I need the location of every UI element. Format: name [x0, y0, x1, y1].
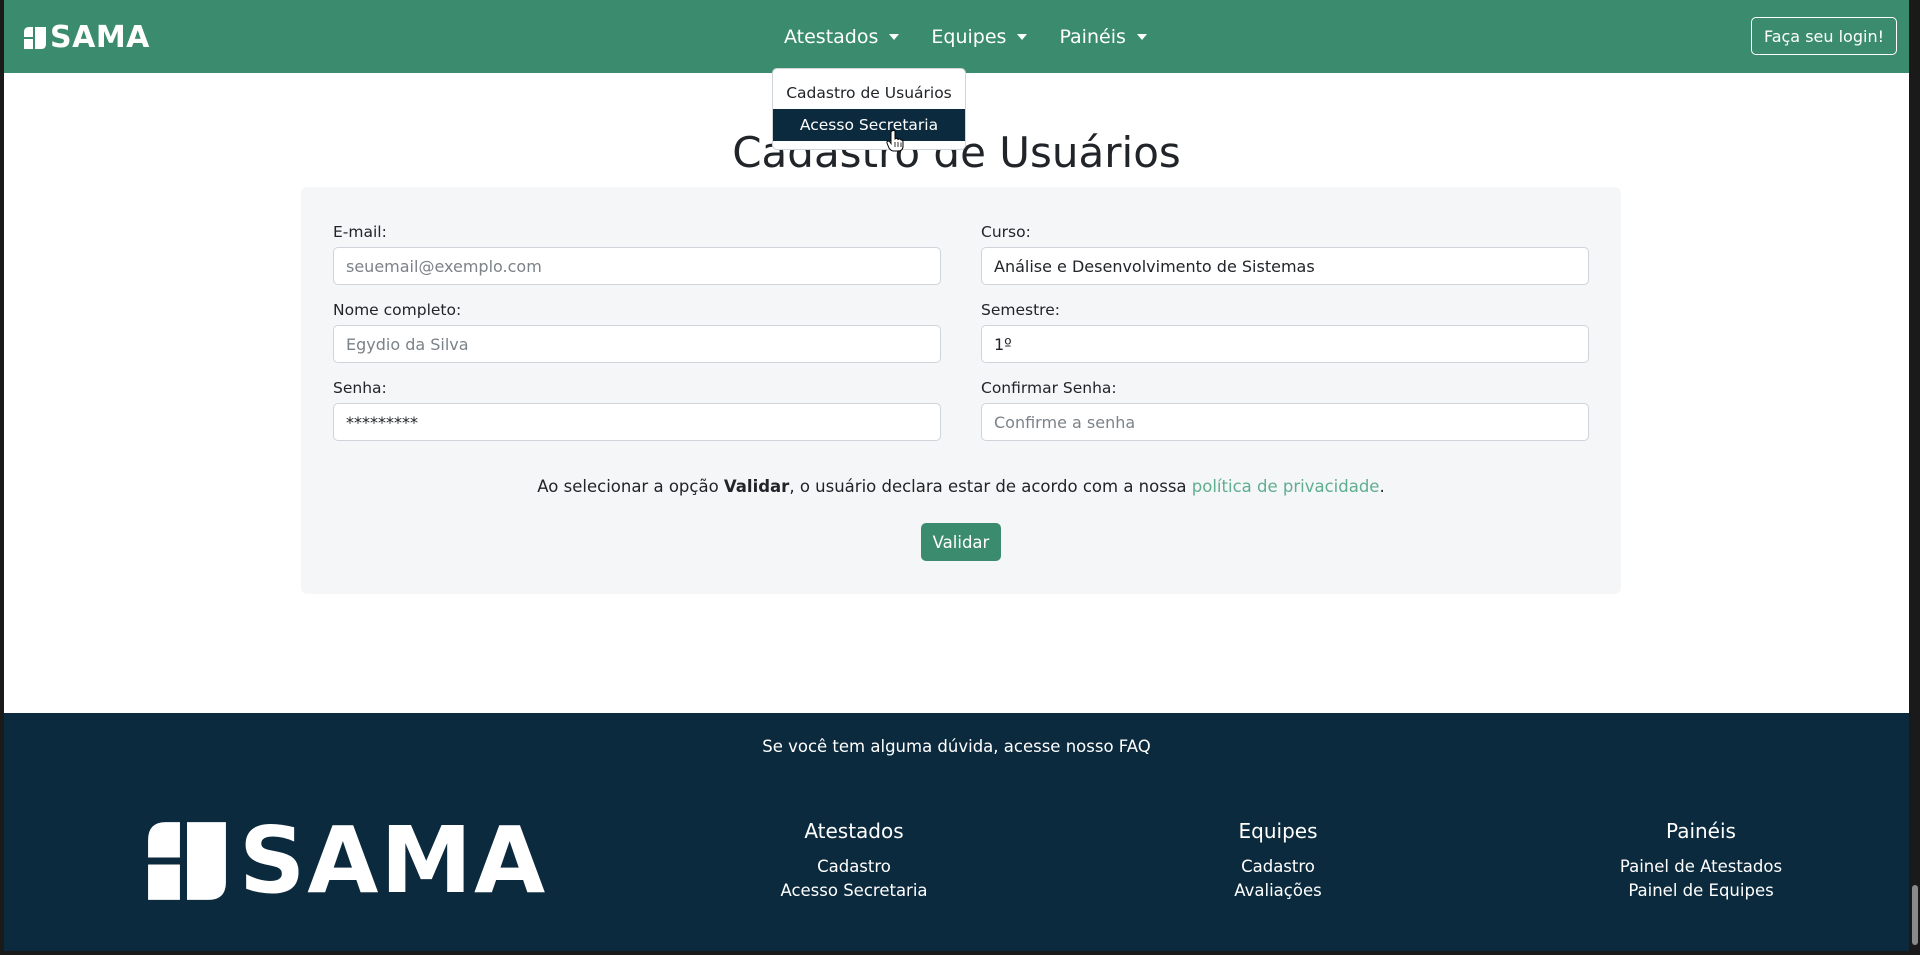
curso-group: Curso:: [981, 222, 1589, 285]
faq-link[interactable]: FAQ: [1119, 737, 1151, 756]
policy-prefix: Ao selecionar a opção: [537, 477, 724, 496]
scrollbar-thumb[interactable]: [1912, 885, 1918, 945]
nome-group: Nome completo:: [333, 300, 941, 363]
privacy-notice: Ao selecionar a opção Validar, o usuário…: [301, 477, 1621, 496]
hand-pointer-cursor-icon: [886, 130, 904, 152]
footer-link-painel-atestados[interactable]: Painel de Atestados: [1581, 855, 1821, 879]
footer-brand-text: SAMA: [239, 807, 548, 914]
nome-label: Nome completo:: [333, 301, 462, 319]
site-footer: Se você tem alguma dúvida, acesse nosso …: [4, 713, 1909, 951]
footer-col-paineis: Painéis Painel de Atestados Painel de Eq…: [1581, 819, 1821, 903]
email-group: E-mail:: [333, 222, 941, 285]
top-navbar: SAMA Atestados Equipes Painéis Faça seu …: [4, 0, 1909, 73]
menu-paineis-label: Painéis: [1059, 25, 1126, 48]
sama-logo-icon: [24, 26, 46, 49]
curso-field[interactable]: [981, 247, 1589, 285]
caret-down-icon: [889, 33, 900, 40]
faq-prefix: Se você tem alguma dúvida, acesse nosso: [762, 737, 1119, 756]
menu-paineis[interactable]: Painéis: [1059, 25, 1147, 48]
footer-faq-text: Se você tem alguma dúvida, acesse nosso …: [4, 737, 1909, 756]
senha-field[interactable]: [333, 403, 941, 441]
email-label: E-mail:: [333, 223, 387, 241]
login-button[interactable]: Faça seu login!: [1750, 17, 1897, 55]
menu-atestados-label: Atestados: [784, 25, 879, 48]
semestre-field[interactable]: [981, 325, 1589, 363]
semestre-label: Semestre:: [981, 301, 1060, 319]
privacy-policy-link[interactable]: política de privacidade: [1192, 477, 1380, 496]
policy-middle: , o usuário declara estar de acordo com …: [789, 477, 1192, 496]
senha-label: Senha:: [333, 379, 387, 397]
footer-col-title: Equipes: [1238, 819, 1318, 843]
senha-group: Senha:: [333, 378, 941, 441]
policy-bold: Validar: [723, 477, 790, 496]
dropdown-item-cadastro-usuarios[interactable]: Cadastro de Usuários: [773, 77, 965, 109]
caret-down-icon: [1136, 33, 1147, 40]
main-menu: Atestados Equipes Painéis: [784, 0, 1147, 73]
semestre-group: Semestre:: [981, 300, 1589, 363]
brand-logo[interactable]: SAMA: [22, 20, 150, 55]
footer-link-painel-equipes[interactable]: Painel de Equipes: [1581, 879, 1821, 903]
footer-col-equipes: Equipes Cadastro Avaliações: [1158, 819, 1398, 903]
nome-field[interactable]: [333, 325, 941, 363]
footer-brand-logo: SAMA: [139, 815, 547, 907]
registration-form: E-mail: Nome completo: Senha: Curso: Sem…: [301, 187, 1621, 594]
footer-link-cadastro[interactable]: Cadastro: [734, 855, 974, 879]
footer-link-acesso-secretaria[interactable]: Acesso Secretaria: [734, 879, 974, 903]
confirmar-senha-label: Confirmar Senha:: [981, 379, 1117, 397]
validate-button[interactable]: Validar: [921, 523, 1001, 561]
menu-equipes[interactable]: Equipes: [931, 25, 1028, 48]
dropdown-item-acesso-secretaria[interactable]: Acesso Secretaria: [773, 109, 965, 141]
menu-equipes-label: Equipes: [931, 25, 1007, 48]
brand-text: SAMA: [50, 20, 150, 55]
footer-col-title: Atestados: [804, 819, 904, 843]
footer-link-cadastro[interactable]: Cadastro: [1158, 855, 1398, 879]
atestados-dropdown-menu: Cadastro de Usuários Acesso Secretaria: [772, 68, 966, 150]
caret-down-icon: [1017, 33, 1028, 40]
curso-label: Curso:: [981, 223, 1031, 241]
menu-atestados[interactable]: Atestados: [784, 25, 900, 48]
browser-viewport: SAMA Atestados Equipes Painéis Faça seu …: [0, 0, 1920, 955]
policy-suffix: .: [1379, 477, 1385, 496]
email-field[interactable]: [333, 247, 941, 285]
sama-logo-icon: [148, 822, 226, 900]
confirmar-group: Confirmar Senha:: [981, 378, 1589, 441]
confirmar-senha-field[interactable]: [981, 403, 1589, 441]
footer-col-title: Painéis: [1666, 819, 1736, 843]
footer-link-avaliacoes[interactable]: Avaliações: [1158, 879, 1398, 903]
vertical-scrollbar[interactable]: [1909, 73, 1920, 951]
footer-col-atestados: Atestados Cadastro Acesso Secretaria: [734, 819, 974, 903]
